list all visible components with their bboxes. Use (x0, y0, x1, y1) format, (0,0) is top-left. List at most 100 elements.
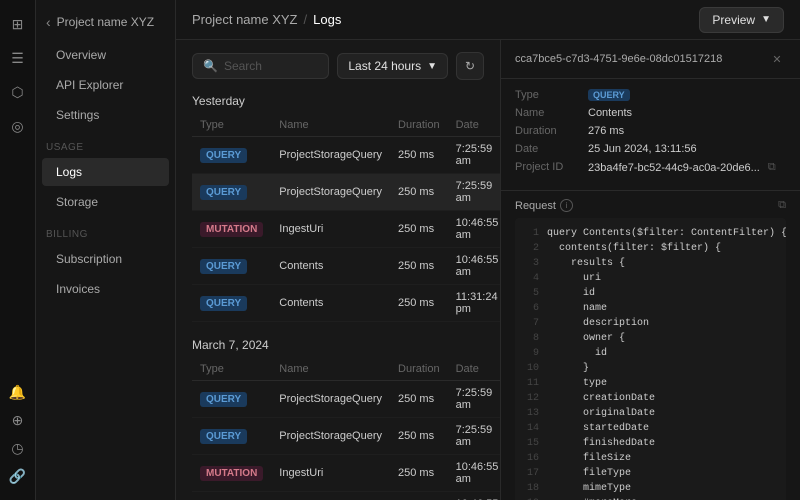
code-line: 2 contents(filter: $filter) { (523, 241, 778, 256)
icon-bar: ⊞ ☰ ⬡ ◎ 🔔 ⊕ ◷ 🔗 (0, 0, 36, 500)
col-name-2: Name (271, 358, 390, 381)
meta-row-duration: Duration 276 ms (515, 125, 786, 137)
detail-id: cca7bce5-c7d3-4751-9e6e-08dc01517218 (515, 53, 760, 65)
code-line: 17 fileType (523, 466, 778, 481)
log-table-march7: Type Name Duration Date QUERY ProjectSto… (192, 358, 500, 500)
log-table-yesterday: Type Name Duration Date QUERY ProjectSto… (192, 114, 500, 322)
chevron-down-icon: ▼ (761, 14, 771, 25)
sidebar-item-overview[interactable]: Overview (42, 41, 169, 69)
chevron-down-icon: ▼ (427, 61, 437, 72)
link-icon[interactable]: 🔗 (4, 462, 32, 490)
time-range-label: Last 24 hours (348, 59, 421, 73)
close-button[interactable]: ✕ (768, 50, 786, 68)
back-button[interactable]: ‹ Project name XYZ (36, 8, 175, 40)
meta-label-project-id: Project ID (515, 161, 580, 173)
sidebar-item-storage[interactable]: Storage (42, 188, 169, 216)
code-line: 15 finishedDate (523, 436, 778, 451)
cell-duration: 250 ms (390, 211, 448, 248)
breadcrumb-current: Logs (313, 12, 341, 27)
cell-name: ProjectStorageQuery (271, 418, 390, 455)
usage-section-label: Usage (36, 138, 175, 157)
copy-request-icon[interactable]: ⧉ (778, 199, 786, 212)
sidebar-item-logs[interactable]: Logs (42, 158, 169, 186)
meta-label-date: Date (515, 143, 580, 155)
cell-date: 10:46:55 am (448, 492, 500, 500)
cell-type: QUERY (192, 137, 271, 174)
code-line: 14 startedDate (523, 421, 778, 436)
cell-duration: 250 ms (390, 381, 448, 418)
menu-icon[interactable]: ☰ (4, 44, 32, 72)
table-row[interactable]: MUTATION IngestUri 250 ms 10:46:55 am (192, 211, 500, 248)
cell-duration: 250 ms (390, 137, 448, 174)
time-range-select[interactable]: Last 24 hours ▼ (337, 53, 448, 79)
meta-row-date: Date 25 Jun 2024, 13:11:56 (515, 143, 786, 155)
col-name-1: Name (271, 114, 390, 137)
plus-circle-icon[interactable]: ⊕ (4, 406, 32, 434)
type-badge: QUERY (200, 259, 247, 274)
sidebar-item-invoices[interactable]: Invoices (42, 275, 169, 303)
detail-header: cca7bce5-c7d3-4751-9e6e-08dc01517218 ✕ (501, 40, 800, 79)
code-line: 1query Contents($filter: ContentFilter) … (523, 226, 778, 241)
refresh-button[interactable]: ↻ (456, 52, 484, 80)
cell-duration: 250 ms (390, 248, 448, 285)
search-input[interactable] (224, 59, 318, 73)
code-line: 7 description (523, 316, 778, 331)
code-line: 13 originalDate (523, 406, 778, 421)
cell-duration: 250 ms (390, 418, 448, 455)
cell-name: ProjectStorageQuery (271, 174, 390, 211)
meta-row-name: Name Contents (515, 107, 786, 119)
circle-icon[interactable]: ◎ (4, 112, 32, 140)
preview-label: Preview (712, 13, 755, 27)
breadcrumb-project: Project name XYZ (192, 12, 298, 27)
search-icon: 🔍 (203, 59, 218, 73)
cell-date: 7:25:59 am (448, 418, 500, 455)
copy-project-id-icon[interactable]: ⧉ (768, 161, 776, 174)
sidebar-item-subscription[interactable]: Subscription (42, 245, 169, 273)
code-line: 16 fileSize (523, 451, 778, 466)
col-date-1: Date (448, 114, 500, 137)
cell-name: IngestUri (271, 211, 390, 248)
cell-date: 7:25:59 am (448, 137, 500, 174)
table-row[interactable]: QUERY ProjectStorageQuery 250 ms 7:25:59… (192, 137, 500, 174)
meta-value-name: Contents (588, 107, 786, 119)
table-row[interactable]: QUERY ProjectStorageQuery 250 ms 7:25:59… (192, 418, 500, 455)
detail-panel: cca7bce5-c7d3-4751-9e6e-08dc01517218 ✕ T… (500, 40, 800, 500)
cell-type: QUERY (192, 418, 271, 455)
request-section-header: Request i ⧉ (515, 199, 786, 212)
table-row[interactable]: QUERY ProjectStorageQuery 250 ms 7:25:59… (192, 381, 500, 418)
request-info-icon[interactable]: i (560, 199, 573, 212)
code-line: 12 creationDate (523, 391, 778, 406)
back-label: Project name XYZ (57, 15, 154, 29)
code-line: 19 #moreMore (523, 496, 778, 500)
content-area: 🔍 Last 24 hours ▼ ↻ Yesterday Type (176, 40, 800, 500)
cell-duration: 250 ms (390, 492, 448, 500)
col-duration-1: Duration (390, 114, 448, 137)
table-row[interactable]: QUERY Contents 250 ms 10:46:55 am (192, 492, 500, 500)
refresh-icon: ↻ (465, 59, 475, 73)
sidebar-item-api-explorer[interactable]: API Explorer (42, 71, 169, 99)
table-row[interactable]: MUTATION IngestUri 250 ms 10:46:55 am (192, 455, 500, 492)
type-badge: QUERY (200, 148, 247, 163)
cell-type: MUTATION (192, 455, 271, 492)
meta-label-type: Type (515, 89, 580, 101)
search-input-wrap[interactable]: 🔍 (192, 53, 329, 79)
col-type-2: Type (192, 358, 271, 381)
col-type-1: Type (192, 114, 271, 137)
clock-icon[interactable]: ◷ (4, 434, 32, 462)
sidebar: ‹ Project name XYZ Overview API Explorer… (36, 0, 176, 500)
bell-icon[interactable]: 🔔 (4, 378, 32, 406)
table-row[interactable]: QUERY ProjectStorageQuery 250 ms 7:25:59… (192, 174, 500, 211)
cell-name: Contents (271, 248, 390, 285)
back-arrow-icon: ‹ (46, 14, 51, 30)
table-row[interactable]: QUERY Contents 250 ms 11:31:24 pm (192, 285, 500, 322)
home-icon[interactable]: ⊞ (4, 10, 32, 38)
request-code-block: 1query Contents($filter: ContentFilter) … (515, 218, 786, 500)
table-row[interactable]: QUERY Contents 250 ms 10:46:55 am (192, 248, 500, 285)
code-line: 4 uri (523, 271, 778, 286)
breadcrumb-sep: / (304, 12, 308, 27)
cell-name: Contents (271, 285, 390, 322)
hexagon-icon[interactable]: ⬡ (4, 78, 32, 106)
sidebar-item-settings[interactable]: Settings (42, 101, 169, 129)
meta-label-duration: Duration (515, 125, 580, 137)
preview-button[interactable]: Preview ▼ (699, 7, 784, 33)
